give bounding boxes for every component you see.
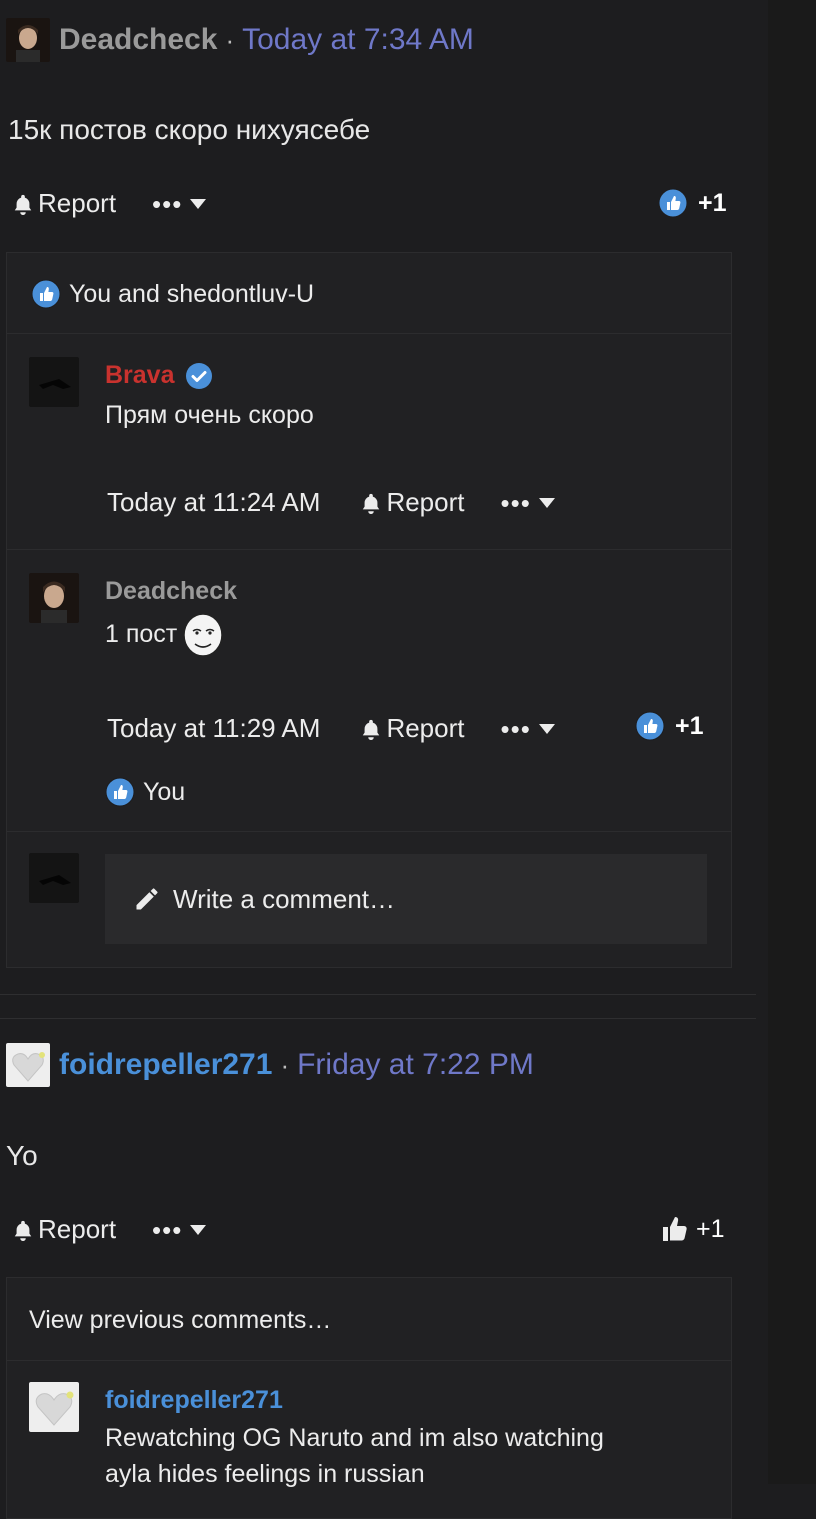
likers-row[interactable]: You and shedontluv-U — [31, 279, 314, 309]
verified-icon — [185, 362, 212, 389]
avatar[interactable] — [6, 1043, 50, 1087]
avatar — [29, 853, 79, 903]
separator: · — [225, 24, 235, 55]
like-icon — [658, 188, 688, 218]
post-header: Deadcheck · Today at 7:34 AM — [6, 18, 474, 62]
post-time[interactable]: Today at 7:34 AM — [242, 23, 474, 57]
report-button[interactable]: Report — [38, 188, 116, 219]
divider — [0, 1018, 756, 1019]
bell-icon — [363, 719, 380, 740]
comment-text-line-2: ayla hides feelings in russian — [105, 1460, 425, 1488]
likers-row[interactable]: You — [105, 777, 185, 807]
right-gutter — [768, 0, 816, 1484]
comment-text-line-1: Rewatching OG Naruto and im also watchin… — [105, 1424, 604, 1452]
write-comment-placeholder: Write a comment… — [173, 883, 396, 914]
thumbs-up-outline-icon — [663, 1217, 687, 1241]
post-text: 15к постов скоро нихуясебе — [8, 114, 371, 145]
comment-meta: Today at 11:29 AM Report ••• — [107, 713, 555, 744]
report-button[interactable]: Report — [386, 713, 464, 744]
pencil-icon — [136, 888, 158, 910]
like-count-value: +1 — [698, 188, 727, 217]
comment-time[interactable]: Today at 11:29 AM — [107, 713, 320, 744]
divider — [7, 333, 731, 334]
like-count[interactable]: +1 — [658, 188, 727, 218]
likers-text: You — [143, 777, 186, 806]
comment-text-value: 1 пост — [105, 619, 178, 648]
avatar[interactable] — [29, 573, 79, 623]
more-dots: ••• — [152, 188, 183, 219]
like-icon — [105, 777, 135, 807]
report-button[interactable]: Report — [386, 487, 464, 518]
comment-author[interactable]: foidrepeller271 — [105, 1386, 283, 1415]
main-content: Deadcheck · Today at 7:34 AM 15к постов … — [0, 0, 768, 1519]
caret-down-icon — [190, 1224, 207, 1235]
post-author[interactable]: foidrepeller271 — [59, 1048, 272, 1082]
avatar[interactable] — [29, 357, 79, 407]
caret-down-icon — [538, 497, 555, 508]
comment-text: 1 пост — [105, 611, 225, 657]
post-header: foidrepeller271 · Friday at 7:22 PM — [6, 1043, 534, 1087]
caret-down-icon — [538, 723, 555, 734]
divider — [7, 549, 731, 550]
comment-author[interactable]: Deadcheck — [105, 577, 237, 606]
more-dots: ••• — [500, 487, 531, 518]
avatar[interactable] — [6, 18, 50, 62]
post-actions: Report ••• — [12, 1214, 207, 1245]
more-menu-button[interactable]: ••• — [152, 188, 207, 219]
report-button[interactable]: Report — [38, 1214, 116, 1245]
more-dots: ••• — [500, 713, 531, 744]
comment-time[interactable]: Today at 11:24 AM — [107, 487, 320, 518]
comment-author[interactable]: Brava — [105, 361, 213, 390]
comments-box: View previous comments… foidrepeller271 … — [6, 1277, 732, 1519]
post-text: Yo — [6, 1140, 38, 1171]
like-count-value: +1 — [675, 711, 704, 740]
bell-icon — [363, 493, 380, 514]
view-previous-comments-link[interactable]: View previous comments… — [29, 1306, 331, 1335]
comment-meta: Today at 11:24 AM Report ••• — [107, 487, 555, 518]
wojak-emoji-icon — [183, 613, 223, 657]
more-menu-button[interactable]: ••• — [152, 1214, 207, 1245]
more-menu-button[interactable]: ••• — [500, 713, 555, 744]
like-icon — [31, 279, 61, 309]
likers-text: You and shedontluv-U — [69, 279, 315, 308]
more-menu-button[interactable]: ••• — [500, 487, 555, 518]
like-count[interactable]: +1 — [635, 711, 704, 741]
like-count-value: +1 — [696, 1214, 725, 1243]
post-time[interactable]: Friday at 7:22 PM — [297, 1048, 534, 1082]
comment-author-name: Brava — [105, 361, 175, 389]
like-icon — [635, 711, 665, 741]
bell-icon — [14, 194, 32, 215]
post-actions: Report ••• — [12, 188, 207, 219]
write-comment-input[interactable]: Write a comment… — [105, 854, 707, 944]
comment-text: Прям очень скоро — [105, 401, 314, 429]
avatar[interactable] — [29, 1382, 79, 1432]
comments-box: You and shedontluv-U Brava Прям очень ск… — [6, 252, 732, 968]
more-dots: ••• — [152, 1214, 183, 1245]
post-author[interactable]: Deadcheck — [59, 23, 217, 57]
divider — [7, 831, 731, 832]
caret-down-icon — [190, 198, 207, 209]
bell-icon — [14, 1220, 32, 1241]
like-button[interactable]: +1 — [660, 1214, 725, 1244]
separator: · — [280, 1049, 290, 1080]
divider — [7, 1360, 731, 1361]
divider — [0, 994, 756, 995]
